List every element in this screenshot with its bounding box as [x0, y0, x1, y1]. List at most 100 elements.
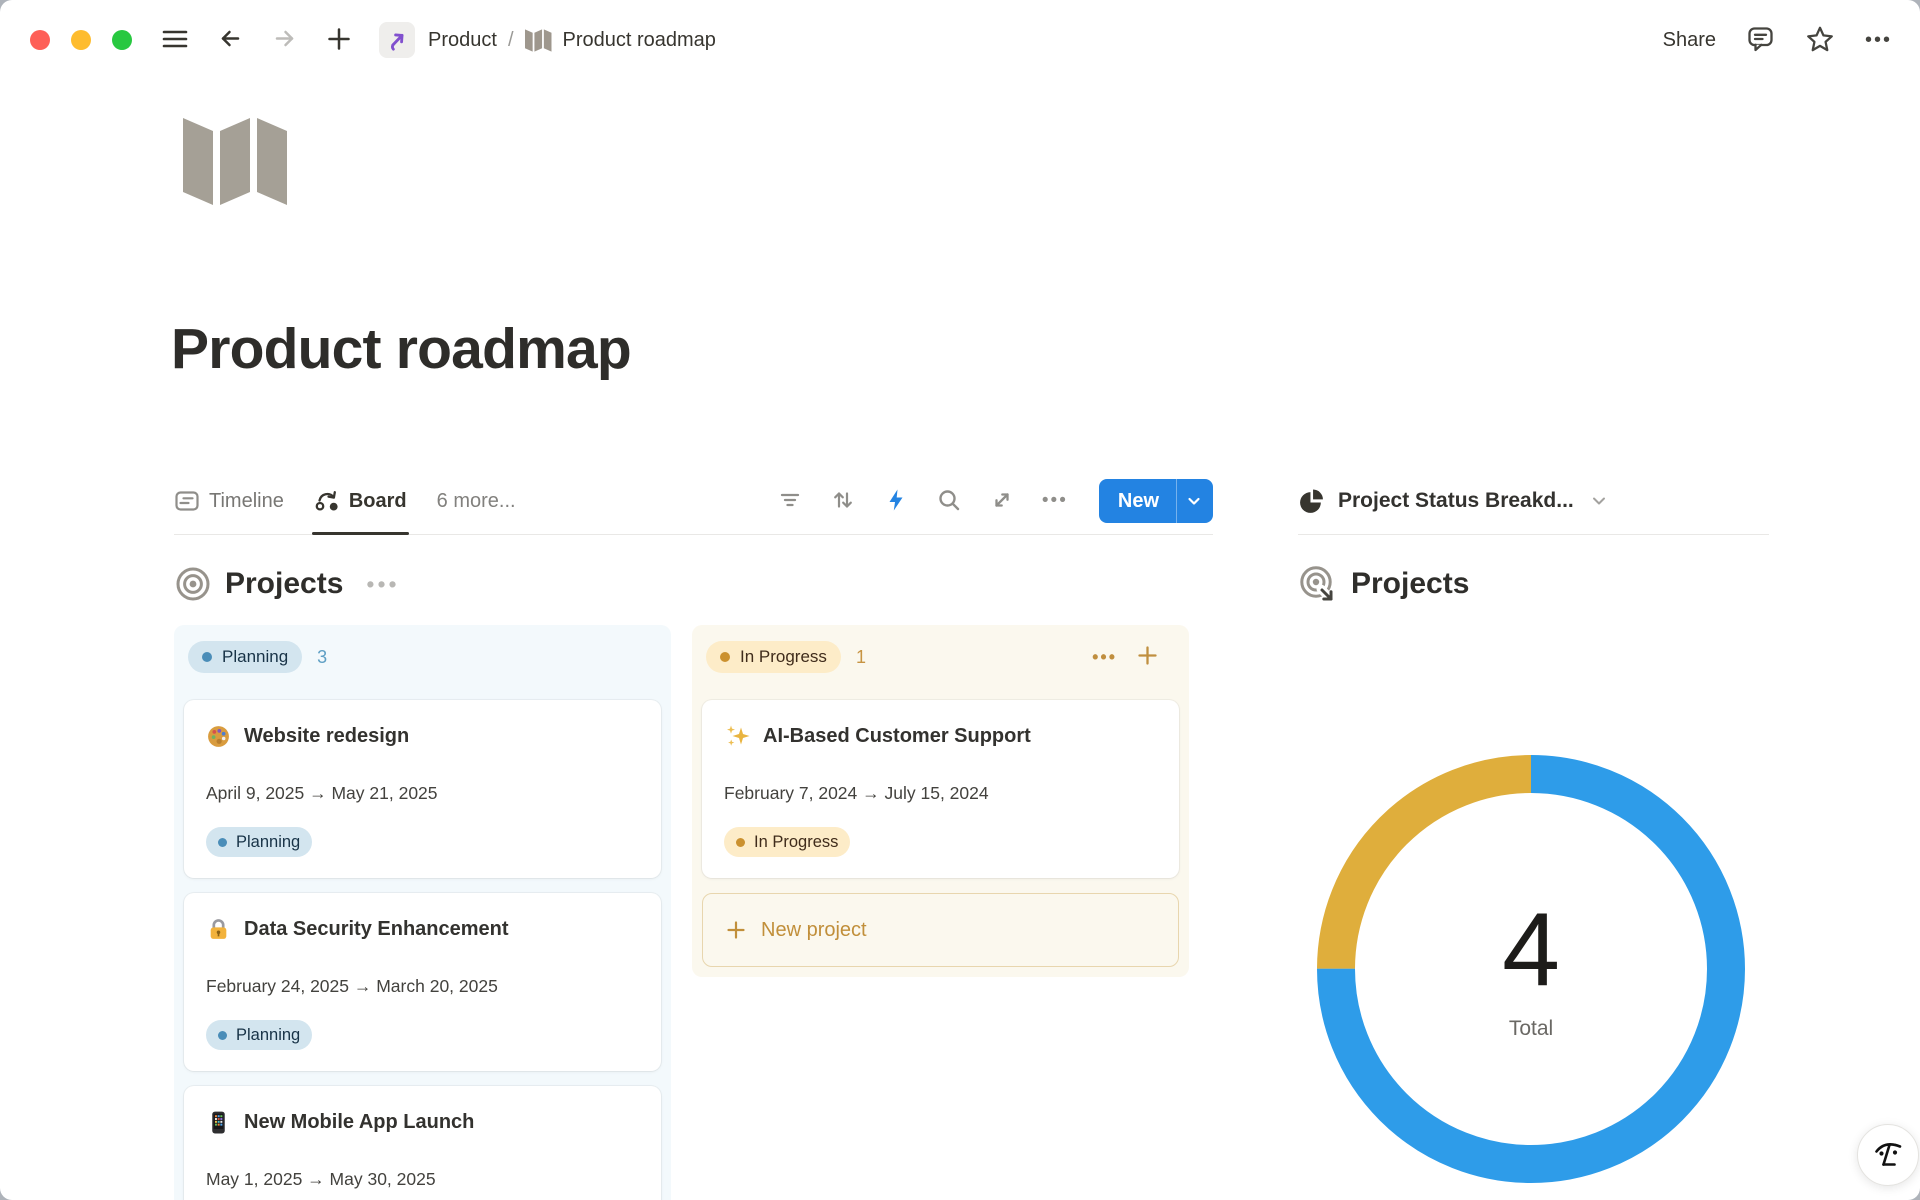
view-tabs-row: Timeline Board 6 more... [174, 468, 1213, 535]
expand-button[interactable] [989, 487, 1015, 516]
linked-bullseye-icon [1298, 564, 1338, 604]
status-dot [218, 838, 227, 847]
automations-button[interactable] [883, 487, 909, 516]
forward-button[interactable] [271, 25, 298, 55]
back-button[interactable] [217, 25, 244, 55]
status-dot [218, 1031, 227, 1040]
in-progress-pill-label: In Progress [740, 647, 827, 667]
chevron-down-icon[interactable] [1176, 479, 1213, 523]
chart-view-block: Project Status Breakd... Projects 4 Tota… [1298, 468, 1769, 1200]
breadcrumb-workspace[interactable]: Product [428, 29, 497, 52]
column-add-card-button[interactable] [1136, 644, 1159, 670]
sparkles-icon [724, 723, 750, 749]
card-data-security-enhancement[interactable]: Data Security Enhancement February 24, 2… [184, 893, 661, 1071]
plus-icon [1136, 644, 1159, 670]
bullseye-icon [174, 565, 212, 603]
planning-status-pill[interactable]: Planning [188, 641, 302, 673]
page-icon-map[interactable] [183, 118, 289, 210]
board-view-block: Timeline Board 6 more... [174, 468, 1213, 1200]
board-view-icon [314, 488, 340, 514]
board-section-title[interactable]: Projects [225, 567, 343, 601]
search-button[interactable] [936, 487, 962, 516]
comments-button[interactable] [1746, 24, 1775, 56]
card-status-label: Planning [236, 1026, 300, 1045]
breadcrumb-page[interactable]: Product roadmap [563, 29, 716, 52]
comment-bubble-icon [1746, 24, 1775, 56]
donut-chart-wrap: 4 Total [1317, 755, 1745, 1183]
card-status-pill: Planning [206, 827, 312, 857]
new-page-button[interactable] [325, 25, 353, 56]
card-new-mobile-app-launch[interactable]: New Mobile App Launch May 1, 2025 → May … [184, 1086, 661, 1200]
share-button[interactable]: Share [1663, 29, 1716, 52]
board-section-more-button[interactable]: ••• [366, 571, 399, 598]
ai-face-icon [1870, 1137, 1906, 1173]
card-date-range: February 7, 2024 → July 15, 2024 [724, 783, 1157, 804]
minimize-window-button[interactable] [71, 30, 91, 50]
hamburger-icon [160, 27, 190, 54]
column-options-button[interactable]: ••• [1092, 647, 1117, 668]
sort-button[interactable] [830, 487, 856, 516]
in-progress-count: 1 [856, 647, 866, 668]
star-icon [1805, 24, 1835, 57]
breadcrumb-separator: / [508, 29, 514, 52]
in-progress-status-pill[interactable]: In Progress [706, 641, 841, 673]
card-status-label: In Progress [754, 833, 838, 852]
close-window-button[interactable] [30, 30, 50, 50]
board-section-head: Projects ••• [174, 561, 1213, 607]
chart-section-head: Projects [1298, 561, 1769, 607]
card-title: Data Security Enhancement [244, 916, 509, 942]
card-status-pill: Planning [206, 1020, 312, 1050]
card-status-pill: In Progress [724, 827, 850, 857]
chart-section-title[interactable]: Projects [1351, 567, 1469, 601]
card-website-redesign[interactable]: Website redesign April 9, 2025 → May 21,… [184, 700, 661, 878]
new-project-button[interactable]: New project [702, 893, 1179, 967]
more-options-button[interactable]: ••• [1865, 29, 1892, 52]
mobile-phone-icon [206, 1110, 231, 1135]
notion-ai-button[interactable] [1857, 1124, 1919, 1186]
card-ai-based-customer-support[interactable]: AI-Based Customer Support February 7, 20… [702, 700, 1179, 878]
tab-more-label: 6 more... [437, 490, 516, 513]
new-project-label: New project [761, 919, 867, 942]
purple-dart-icon [386, 29, 408, 51]
traffic-lights [30, 30, 132, 50]
timeline-view-icon [174, 488, 200, 514]
card-status-label: Planning [236, 833, 300, 852]
chart-view-header[interactable]: Project Status Breakd... [1298, 468, 1769, 535]
favorite-button[interactable] [1805, 24, 1835, 57]
lightning-icon [883, 487, 909, 516]
forward-arrow-icon [271, 25, 298, 55]
donut-chart[interactable] [1317, 755, 1745, 1183]
new-button[interactable]: New [1099, 479, 1213, 523]
filter-icon [777, 487, 803, 516]
card-title: New Mobile App Launch [244, 1109, 474, 1135]
tab-timeline-label: Timeline [209, 490, 284, 513]
status-dot [202, 652, 212, 662]
column-in-progress-header: In Progress 1 ••• [706, 640, 1175, 674]
sort-icon [830, 487, 856, 516]
plus-icon [325, 25, 353, 56]
notion-window: Product / Product roadmap Share ••• [0, 0, 1920, 1200]
card-date-range: February 24, 2025 → March 20, 2025 [206, 976, 639, 997]
zoom-window-button[interactable] [112, 30, 132, 50]
column-in-progress: In Progress 1 ••• [692, 625, 1189, 977]
workspace-icon[interactable] [379, 22, 415, 58]
tab-timeline[interactable]: Timeline [174, 468, 284, 534]
filter-button[interactable] [777, 487, 803, 516]
column-planning-header: Planning 3 [188, 640, 657, 674]
lock-icon [206, 917, 231, 942]
column-planning: Planning 3 Website redesign April 9, 202… [174, 625, 671, 1200]
status-dot [736, 838, 745, 847]
view-options-button[interactable]: ••• [1042, 490, 1068, 512]
card-date-range: April 9, 2025 → May 21, 2025 [206, 783, 639, 804]
tab-more-views[interactable]: 6 more... [437, 468, 516, 534]
titlebar: Product / Product roadmap Share ••• [0, 0, 1920, 80]
tab-board-label: Board [349, 490, 407, 513]
map-icon [525, 29, 552, 52]
new-button-label: New [1099, 479, 1176, 523]
chart-view-title: Project Status Breakd... [1338, 489, 1574, 513]
card-title: Website redesign [244, 723, 409, 749]
tab-board[interactable]: Board [314, 468, 407, 534]
sidebar-toggle-button[interactable] [160, 27, 190, 54]
card-date-range: May 1, 2025 → May 30, 2025 [206, 1169, 639, 1190]
chevron-down-icon[interactable] [1590, 492, 1608, 510]
